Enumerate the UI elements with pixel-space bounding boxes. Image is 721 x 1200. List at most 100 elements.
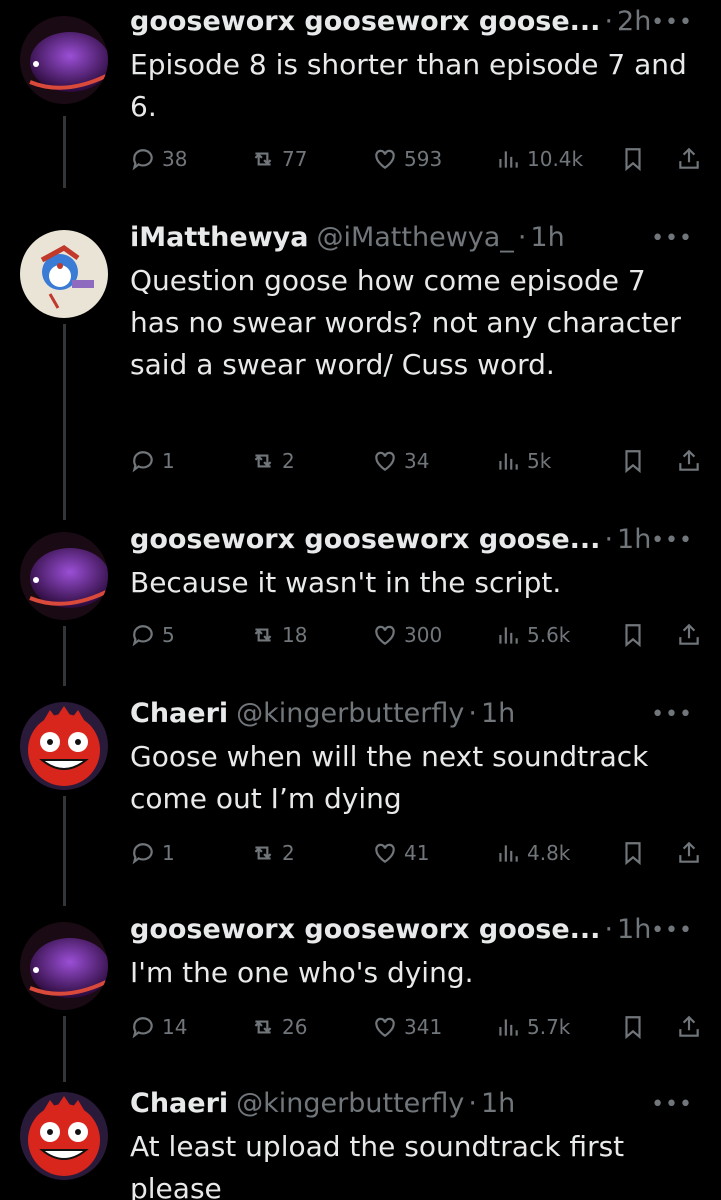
reply-thread: gooseworx gooseworx goose... · 2h ••• Ep… — [0, 0, 721, 1200]
share-button[interactable] — [676, 146, 702, 172]
purple-creature-avatar-icon — [20, 532, 108, 620]
author-name[interactable]: gooseworx gooseworx goose... — [130, 524, 600, 555]
author-handle[interactable]: @kingerbutterfly — [236, 698, 464, 729]
heart-icon — [375, 843, 395, 863]
thread-connector-line — [63, 324, 66, 520]
bookmark-button[interactable] — [620, 840, 646, 866]
bookmark-button[interactable] — [620, 1014, 646, 1040]
heart-icon — [375, 451, 395, 471]
share-button[interactable] — [676, 1014, 702, 1040]
views-button[interactable]: 5k — [495, 448, 551, 474]
views-icon — [499, 845, 518, 862]
tweet-text: Because it wasn't in the script. — [130, 566, 562, 599]
retweet-button[interactable]: 18 — [250, 622, 307, 648]
share-icon — [679, 623, 699, 645]
reply-icon — [132, 843, 153, 865]
timestamp[interactable]: 1h — [481, 1088, 515, 1119]
reply-button[interactable]: 1 — [130, 448, 175, 474]
avatar[interactable] — [20, 532, 108, 620]
bookmark-button[interactable] — [620, 622, 646, 648]
share-icon — [679, 449, 699, 471]
views-button[interactable]: 10.4k — [495, 146, 583, 172]
author-name[interactable]: gooseworx gooseworx goose... — [130, 6, 600, 37]
views-icon — [499, 627, 518, 644]
share-button[interactable] — [676, 622, 702, 648]
like-button[interactable]: 593 — [372, 146, 442, 172]
retweet-icon — [254, 1020, 272, 1034]
like-button[interactable]: 300 — [372, 622, 442, 648]
author-handle[interactable]: @iMatthewya_ — [316, 222, 513, 253]
author-name[interactable]: Chaeri — [130, 698, 228, 729]
reply-icon — [132, 625, 153, 647]
tweet-text: Episode 8 is shorter than episode 7 and … — [130, 48, 687, 123]
red-face-avatar-icon — [20, 1092, 108, 1180]
tweet-text: Question goose how come episode 7 has no… — [130, 264, 681, 381]
retweet-icon — [254, 454, 272, 468]
retweet-button[interactable]: 2 — [250, 448, 295, 474]
views-button[interactable]: 5.6k — [495, 622, 570, 648]
avatar[interactable] — [20, 702, 108, 790]
avatar[interactable] — [20, 16, 108, 104]
author-handle[interactable]: @kingerbutterfly — [236, 1088, 464, 1119]
reply-button[interactable]: 14 — [130, 1014, 187, 1040]
share-button[interactable] — [676, 448, 702, 474]
more-icon[interactable]: ••• — [651, 918, 693, 943]
views-icon — [499, 151, 518, 168]
reply-icon — [132, 451, 153, 473]
tweet-text: At least upload the soundtrack first ple… — [130, 1130, 625, 1200]
bookmark-icon — [625, 148, 641, 172]
bookmark-button[interactable] — [620, 146, 646, 172]
action-bar: 38 77 593 10.4k — [130, 146, 700, 178]
timestamp[interactable]: 2h — [617, 6, 651, 37]
reply-icon — [132, 149, 153, 171]
reply-button[interactable]: 1 — [130, 840, 175, 866]
action-bar: 1 2 41 4.8k — [130, 840, 700, 872]
views-button[interactable]: 5.7k — [495, 1014, 570, 1040]
retweet-icon — [254, 846, 272, 860]
timestamp[interactable]: 1h — [617, 914, 651, 945]
author-name[interactable]: Chaeri — [130, 1088, 228, 1119]
retweet-button[interactable]: 77 — [250, 146, 307, 172]
avatar[interactable] — [20, 230, 108, 318]
tweet-text: Goose when will the next soundtrack come… — [130, 740, 649, 815]
reply-button[interactable]: 38 — [130, 146, 187, 172]
share-icon — [679, 147, 699, 169]
more-icon[interactable]: ••• — [651, 10, 693, 35]
avatar[interactable] — [20, 922, 108, 1010]
tweet-text: I'm the one who's dying. — [130, 956, 474, 989]
avatar[interactable] — [20, 1092, 108, 1180]
like-button[interactable]: 34 — [372, 448, 429, 474]
like-button[interactable]: 341 — [372, 1014, 442, 1040]
timestamp[interactable]: 1h — [530, 222, 564, 253]
share-icon — [679, 1015, 699, 1037]
views-button[interactable]: 4.8k — [495, 840, 570, 866]
drawing-avatar-icon — [20, 230, 108, 318]
retweet-icon — [254, 628, 272, 642]
author-name[interactable]: gooseworx gooseworx goose... — [130, 914, 600, 945]
more-icon[interactable]: ••• — [651, 1092, 693, 1117]
retweet-button[interactable]: 2 — [250, 840, 295, 866]
action-bar: 1 2 34 5k — [130, 448, 700, 480]
views-icon — [499, 453, 518, 470]
more-icon[interactable]: ••• — [651, 226, 693, 251]
bookmark-icon — [625, 624, 641, 648]
bookmark-button[interactable] — [620, 448, 646, 474]
reply-button[interactable]: 5 — [130, 622, 175, 648]
views-icon — [499, 1019, 518, 1036]
timestamp[interactable]: 1h — [617, 524, 651, 555]
like-button[interactable]: 41 — [372, 840, 429, 866]
timestamp[interactable]: 1h — [481, 698, 515, 729]
heart-icon — [375, 149, 395, 169]
more-icon[interactable]: ••• — [651, 528, 693, 553]
purple-creature-avatar-icon — [20, 922, 108, 1010]
reply-icon — [132, 1017, 153, 1039]
author-name[interactable]: iMatthewya — [130, 222, 308, 253]
share-icon — [679, 841, 699, 863]
more-icon[interactable]: ••• — [651, 702, 693, 727]
bookmark-icon — [625, 1016, 641, 1040]
retweet-button[interactable]: 26 — [250, 1014, 307, 1040]
red-face-avatar-icon — [20, 702, 108, 790]
action-bar: 5 18 300 5.6k — [130, 622, 700, 654]
share-button[interactable] — [676, 840, 702, 866]
heart-icon — [375, 1017, 395, 1037]
